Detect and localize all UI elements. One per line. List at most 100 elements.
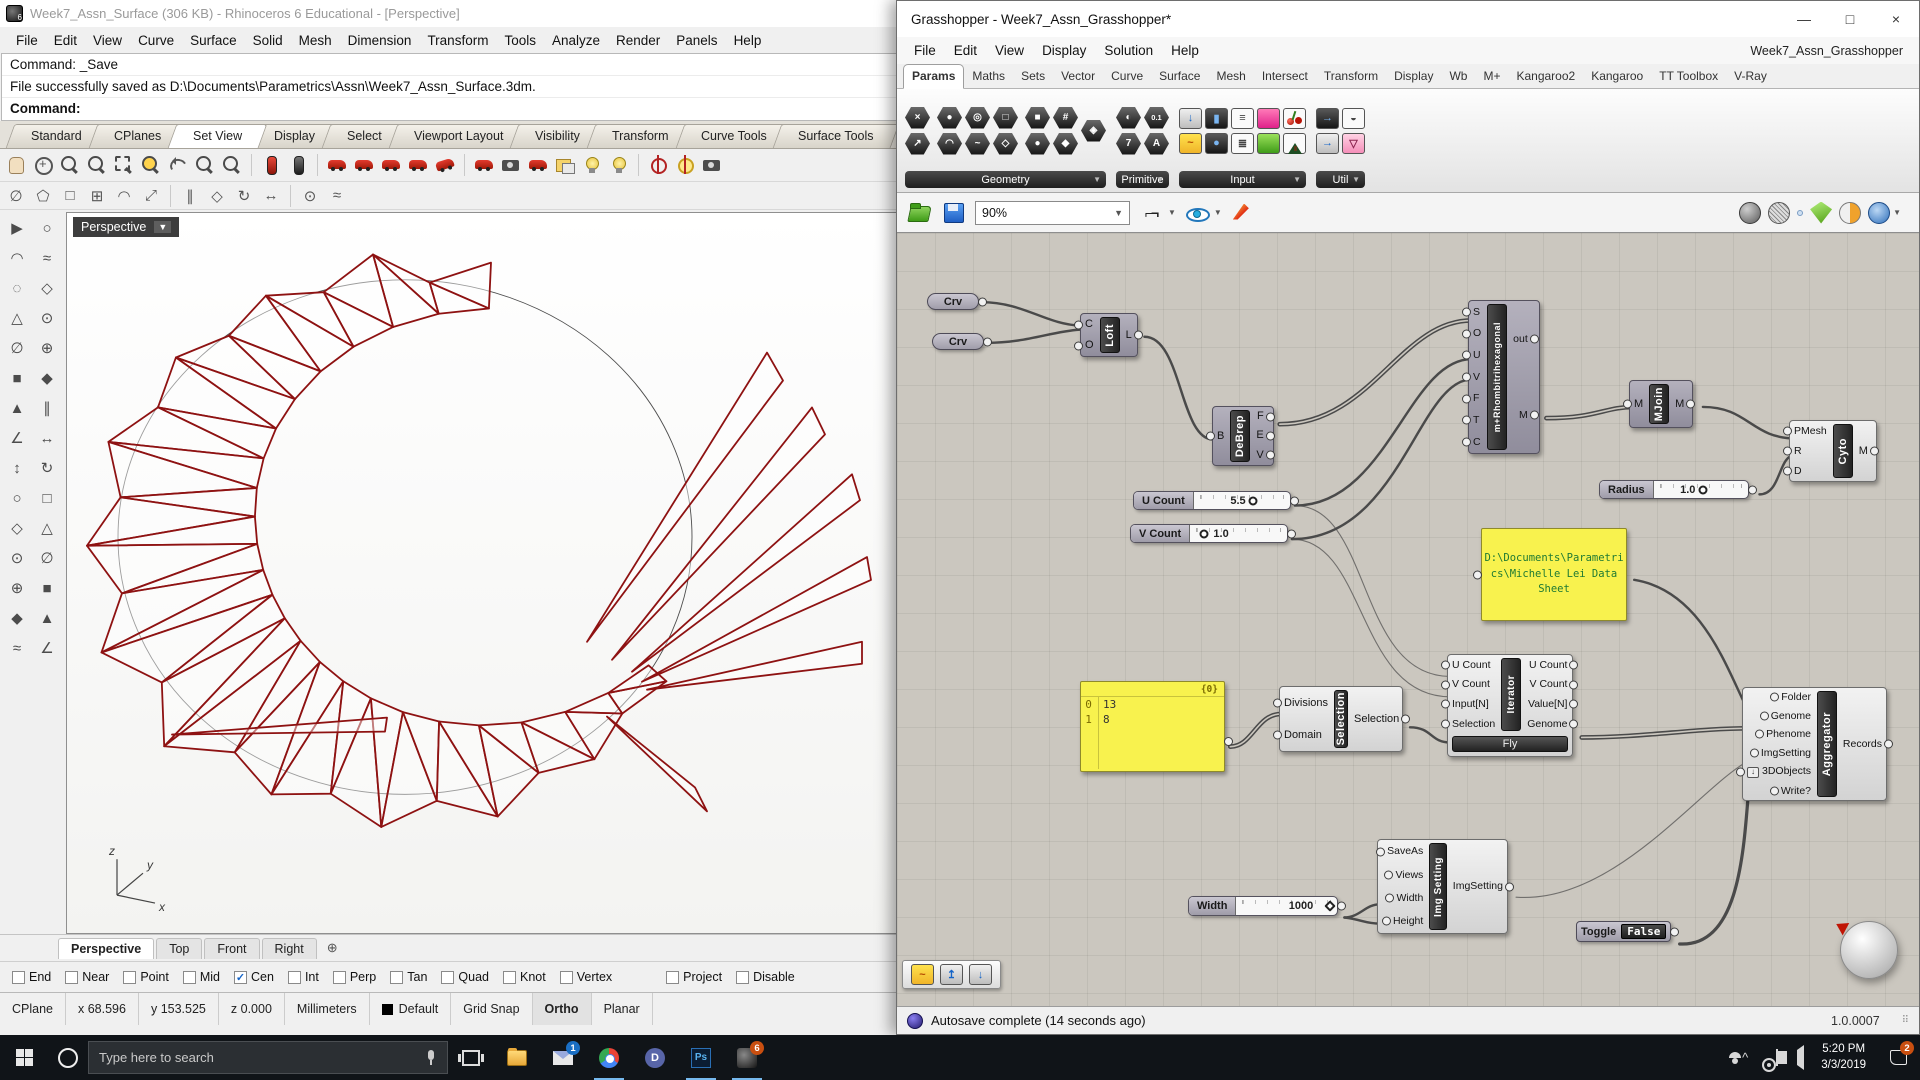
tab-gh-display[interactable]: Display bbox=[1386, 65, 1441, 88]
selection-in-domain[interactable]: Domain bbox=[1284, 730, 1322, 741]
gh-canvas[interactable]: Crv Crv C O Loft L B DeBrep F E V bbox=[897, 233, 1919, 1006]
move-tool-icon[interactable]: ↔ bbox=[259, 184, 283, 208]
rhino-menu-panels[interactable]: Panels bbox=[668, 30, 725, 51]
tab-intersect[interactable]: Intersect bbox=[1254, 65, 1316, 88]
param-point-icon[interactable]: ◇ bbox=[993, 133, 1018, 155]
param-box-icon[interactable]: ■ bbox=[1025, 107, 1050, 129]
select-tool-icon[interactable]: ▶ bbox=[3, 214, 31, 242]
maximize-button[interactable]: □ bbox=[1827, 1, 1873, 37]
save-view-icon[interactable] bbox=[526, 153, 550, 177]
debrep-out-v[interactable]: V bbox=[1256, 450, 1263, 461]
rectangle-tool-icon[interactable]: □ bbox=[58, 184, 82, 208]
widget-joystick-icon[interactable]: ↥ bbox=[940, 964, 963, 985]
aggregator-in-imgsetting[interactable]: ImgSetting bbox=[1761, 748, 1811, 759]
taskbar-search[interactable]: Type here to search bbox=[88, 1041, 448, 1074]
rhombi-in-s[interactable]: S bbox=[1473, 307, 1480, 318]
osnap-near[interactable]: Near bbox=[65, 970, 109, 984]
walkabout-icon[interactable] bbox=[472, 153, 496, 177]
osnap-end[interactable]: End bbox=[12, 970, 51, 984]
status-layer[interactable]: Default bbox=[370, 993, 452, 1025]
cortana-button[interactable] bbox=[48, 1048, 88, 1068]
tab-vector[interactable]: Vector bbox=[1053, 65, 1103, 88]
vptab-perspective[interactable]: Perspective bbox=[58, 938, 154, 959]
loft-in-o[interactable]: O bbox=[1085, 340, 1094, 351]
zoom-dashed-icon[interactable] bbox=[112, 153, 136, 177]
cyto-component[interactable]: PMesh R D Cyto M bbox=[1789, 420, 1877, 482]
tab-mesh[interactable]: Mesh bbox=[1208, 65, 1253, 88]
iterator-out-value[interactable]: Value[N] bbox=[1528, 699, 1568, 710]
rhombitrihexagonal-component[interactable]: S O U V F T C m+Rhombitrihexagonal out M bbox=[1468, 300, 1540, 454]
param-integer-icon[interactable]: 7 bbox=[1116, 133, 1141, 155]
imgsetting-out[interactable]: ImgSetting bbox=[1453, 881, 1503, 892]
cyto-in-d[interactable]: D bbox=[1794, 466, 1802, 477]
move-icon[interactable]: ⊙ bbox=[3, 544, 31, 572]
dim-icon[interactable]: ≈ bbox=[3, 634, 31, 662]
osnap-quad[interactable]: Quad bbox=[441, 970, 489, 984]
rhino-menu-mesh[interactable]: Mesh bbox=[291, 30, 340, 51]
arc-icon[interactable]: ◇ bbox=[33, 274, 61, 302]
param-circle-icon[interactable]: ● bbox=[937, 107, 962, 129]
rhino-menu-tools[interactable]: Tools bbox=[496, 30, 544, 51]
mail-button[interactable]: 1 bbox=[540, 1035, 586, 1080]
selection-component[interactable]: Divisions Domain Selection Selection bbox=[1279, 686, 1403, 752]
rhino-menu-curve[interactable]: Curve bbox=[130, 30, 182, 51]
jump-icon[interactable]: → bbox=[1316, 133, 1339, 154]
boolean-icon[interactable]: ○ bbox=[3, 484, 31, 512]
import-icon[interactable]: ↓ bbox=[1179, 108, 1202, 129]
cyto-in-pmesh[interactable]: PMesh bbox=[1794, 426, 1827, 437]
named-view-icon-2[interactable] bbox=[352, 153, 376, 177]
param-pipe-icon[interactable]: ● bbox=[1025, 133, 1050, 155]
tab-curve[interactable]: Curve bbox=[1103, 65, 1151, 88]
file-explorer-button[interactable] bbox=[494, 1035, 540, 1080]
group-label-util[interactable]: Util▼ bbox=[1316, 171, 1365, 188]
gh-menu-edit[interactable]: Edit bbox=[945, 40, 986, 61]
cherry-picker-icon[interactable] bbox=[1283, 108, 1306, 129]
loft-component[interactable]: C O Loft L bbox=[1080, 313, 1138, 357]
osnap-int[interactable]: Int bbox=[288, 970, 319, 984]
loft-in-c[interactable]: C bbox=[1085, 319, 1093, 330]
vptab-top[interactable]: Top bbox=[156, 938, 202, 959]
box-icon[interactable]: ∅ bbox=[3, 334, 31, 362]
polyline-tool-icon[interactable]: ◠ bbox=[3, 244, 31, 272]
extrude-icon[interactable]: ∠ bbox=[3, 424, 31, 452]
group-label-primitive[interactable]: Primitive▼ bbox=[1116, 171, 1169, 188]
zoom-extents-icon[interactable]: ⌐¬ bbox=[1138, 200, 1164, 226]
resize-grip[interactable]: ⠿ bbox=[1902, 1015, 1909, 1026]
command-history[interactable]: Command: _Save File successfully saved a… bbox=[1, 53, 899, 121]
gh-menu-file[interactable]: File bbox=[905, 40, 945, 61]
volume-icon[interactable] bbox=[1785, 1050, 1811, 1065]
group-label-geometry[interactable]: Geometry▼ bbox=[905, 171, 1106, 188]
gh-menu-view[interactable]: View bbox=[986, 40, 1033, 61]
revolve-icon[interactable]: ↔ bbox=[33, 424, 61, 452]
named-view-icon-3[interactable] bbox=[379, 153, 403, 177]
spotlight-icon[interactable] bbox=[580, 153, 604, 177]
cyto-out-m[interactable]: M bbox=[1859, 446, 1868, 457]
tab-set-view[interactable]: Set View bbox=[168, 124, 268, 148]
set-target-icon[interactable] bbox=[646, 153, 670, 177]
sketch-pen-icon[interactable] bbox=[1230, 200, 1256, 226]
zoom-window-icon[interactable] bbox=[85, 153, 109, 177]
trim-icon[interactable]: □ bbox=[33, 484, 61, 512]
vptab-right[interactable]: Right bbox=[262, 938, 317, 959]
status-grid-snap[interactable]: Grid Snap bbox=[451, 993, 532, 1025]
iterator-in-input[interactable]: Input[N] bbox=[1452, 699, 1489, 710]
crv-param-1[interactable]: Crv bbox=[927, 293, 979, 310]
gem-green-icon[interactable] bbox=[1810, 202, 1832, 224]
ellipse-icon[interactable]: △ bbox=[3, 304, 31, 332]
mirror-icon[interactable]: ◆ bbox=[3, 604, 31, 632]
rhino-taskbar-button[interactable]: 6 bbox=[724, 1035, 770, 1080]
viewport-label[interactable]: Perspective▼ bbox=[73, 217, 179, 237]
preview-blue-icon[interactable] bbox=[1868, 202, 1890, 224]
param-boolean-icon[interactable]: ◐ bbox=[1116, 107, 1141, 129]
gradient-icon[interactable] bbox=[1257, 108, 1280, 129]
osnap-tan[interactable]: Tan bbox=[390, 970, 427, 984]
gh-menu-solution[interactable]: Solution bbox=[1095, 40, 1162, 61]
cylinder-icon[interactable]: ■ bbox=[3, 364, 31, 392]
circle-icon[interactable]: ◌ bbox=[3, 274, 31, 302]
curve-tool-icon[interactable]: ≈ bbox=[33, 244, 61, 272]
aggregator-in-folder[interactable]: Folder bbox=[1781, 692, 1811, 703]
osnap-cen[interactable]: ✓Cen bbox=[234, 970, 274, 984]
set-camera-icon[interactable] bbox=[673, 153, 697, 177]
param-brep-icon[interactable]: ◆ bbox=[1053, 133, 1078, 155]
tab-kangaroo[interactable]: Kangaroo bbox=[1583, 65, 1651, 88]
